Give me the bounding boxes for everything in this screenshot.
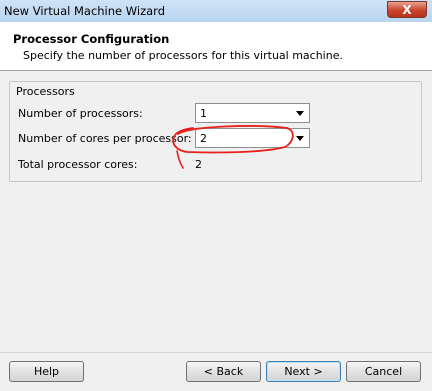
back-button[interactable]: < Back (186, 361, 261, 382)
help-button[interactable]: Help (9, 361, 84, 382)
red-circle-annotation (172, 125, 294, 169)
cancel-button[interactable]: Cancel (346, 361, 421, 382)
next-button[interactable]: Next > (266, 361, 341, 382)
footer-separator (0, 352, 432, 353)
